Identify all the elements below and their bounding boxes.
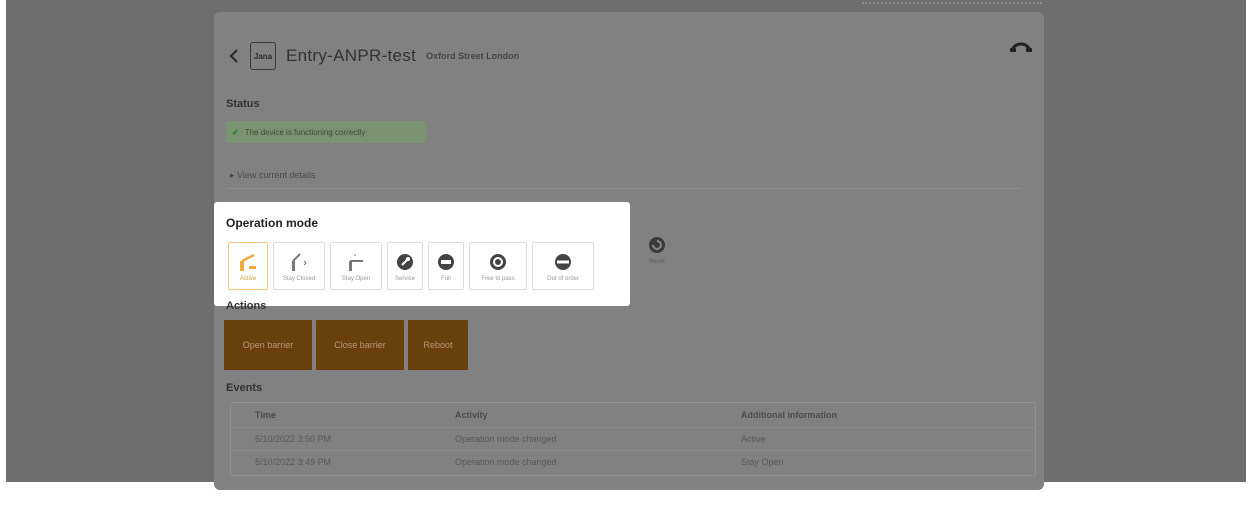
app-screen: Jana Entry-ANPR-test Oxford Street Londo… — [6, 0, 1246, 490]
mode-label: Active — [239, 275, 257, 282]
mode-label: Free to pass — [481, 275, 515, 282]
divider — [226, 188, 1022, 189]
table-cell: Stay Open — [741, 457, 784, 467]
page-title: Entry-ANPR-test — [286, 46, 417, 65]
check-icon: ✔ — [232, 127, 239, 137]
operation-mode-heading: Operation mode — [226, 216, 319, 230]
column-header[interactable]: Activity — [455, 410, 741, 420]
mode-button-row: Active Stay Closed Stay Open Service Ful… — [228, 242, 594, 290]
column-header[interactable]: Time — [231, 410, 455, 420]
table-row: 5/10/2022 3:50 PM Operation mode changed… — [231, 428, 1035, 451]
mode-label: Stay Open — [341, 275, 371, 282]
no-entry-icon — [554, 251, 572, 273]
mode-label: Service — [394, 275, 415, 282]
full-icon — [437, 251, 455, 273]
status-message: The device is functioning correctly — [244, 127, 366, 137]
table-row: 5/10/2022 3:49 PM Operation mode changed… — [231, 451, 1035, 473]
page-subtitle: Oxford Street London — [426, 51, 520, 61]
mode-label: Out of order — [546, 275, 579, 282]
phone-icon[interactable] — [1010, 40, 1032, 54]
open-barrier-button[interactable]: Open barrier — [224, 320, 312, 370]
reset-icon — [648, 234, 666, 256]
mode-stay-open-button[interactable]: Stay Open — [330, 242, 382, 290]
barrier-closed-icon — [288, 251, 310, 273]
table-cell: Operation mode changed — [455, 457, 557, 467]
table-cell: 5/10/2022 3:49 PM — [255, 457, 332, 467]
table-cell: Operation mode changed — [455, 434, 557, 444]
close-barrier-button[interactable]: Close barrier — [316, 320, 404, 370]
back-chevron-icon[interactable] — [226, 48, 242, 64]
operation-mode-panel: Operation mode Active Stay Closed Stay O… — [214, 202, 630, 306]
mode-reset-button[interactable]: Reset — [642, 234, 672, 265]
barrier-active-icon — [238, 251, 258, 273]
page-header: Jana Entry-ANPR-test Oxford Street Londo… — [226, 40, 519, 72]
table-header-row: Time Activity Additional information — [231, 403, 1035, 428]
mode-stay-closed-button[interactable]: Stay Closed — [273, 242, 325, 290]
actions-heading: Actions — [226, 300, 267, 312]
table-cell: 5/10/2022 3:50 PM — [255, 434, 332, 444]
view-details-link[interactable]: ▸ View current details — [230, 170, 315, 181]
table-cell: Active — [741, 434, 766, 444]
gate-logo: Jana — [250, 42, 276, 70]
view-details-label: View current details — [237, 170, 316, 180]
events-heading: Events — [226, 382, 263, 394]
mode-full-button[interactable]: Full — [428, 242, 464, 290]
events-table: Time Activity Additional information 5/1… — [230, 402, 1036, 476]
mode-active-button[interactable]: Active — [228, 242, 268, 290]
mode-out-of-order-button[interactable]: Out of order — [532, 242, 594, 290]
free-pass-icon — [489, 251, 507, 273]
mode-label: Full — [441, 275, 451, 282]
gate-detail-card: Jana Entry-ANPR-test Oxford Street Londo… — [214, 12, 1044, 490]
action-button-row: Open barrier Close barrier Reboot — [224, 320, 468, 370]
status-badge: ✔ The device is functioning correctly — [226, 121, 426, 143]
mode-label: Stay Closed — [282, 275, 316, 282]
top-nav-fragment — [862, 2, 1042, 8]
reboot-button[interactable]: Reboot — [408, 320, 468, 370]
mode-free-to-pass-button[interactable]: Free to pass — [469, 242, 527, 290]
barrier-open-icon — [345, 251, 367, 273]
wrench-icon — [396, 251, 414, 273]
mode-service-button[interactable]: Service — [387, 242, 423, 290]
mode-label: Reset — [649, 259, 665, 265]
status-heading: Status — [226, 98, 260, 110]
column-header[interactable]: Additional information — [741, 410, 1035, 420]
